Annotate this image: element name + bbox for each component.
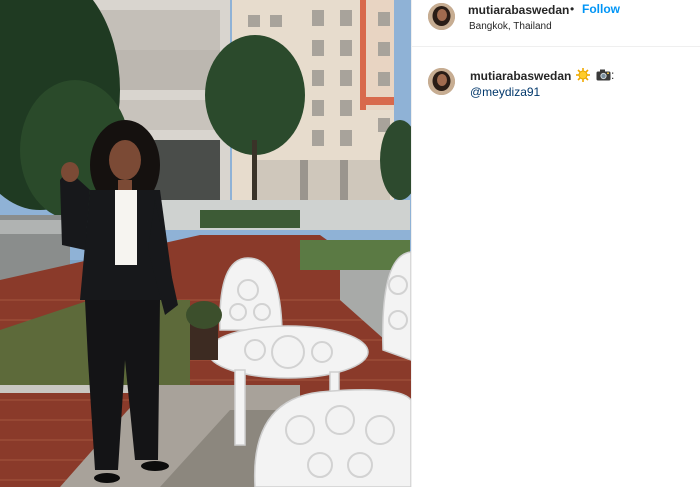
post-photo[interactable] <box>0 0 411 487</box>
camera-emoji-icon <box>596 69 611 81</box>
photo-scene <box>0 0 411 487</box>
caption-mention-link[interactable]: @meydiza91 <box>470 85 540 99</box>
author-avatar[interactable] <box>428 3 455 30</box>
post-side-panel: mutiarabaswedan • Follow Bangkok, Thaila… <box>411 0 700 487</box>
caption-avatar[interactable] <box>428 68 455 95</box>
caption-comment: mutiarabaswedan : @meydiza91 <box>412 47 700 107</box>
follow-button[interactable]: Follow <box>582 2 620 16</box>
separator-dot: • <box>570 2 575 16</box>
caption-username[interactable]: mutiarabaswedan <box>470 69 571 83</box>
author-username[interactable]: mutiarabaswedan <box>468 3 569 17</box>
instagram-post: mutiarabaswedan • Follow Bangkok, Thaila… <box>0 0 700 487</box>
caption-colon: : <box>611 68 615 82</box>
sun-emoji-icon <box>576 68 590 82</box>
post-location[interactable]: Bangkok, Thailand <box>469 21 552 32</box>
avatar-image <box>428 3 455 30</box>
avatar-image <box>428 68 455 95</box>
post-header: mutiarabaswedan • Follow Bangkok, Thaila… <box>412 0 700 47</box>
